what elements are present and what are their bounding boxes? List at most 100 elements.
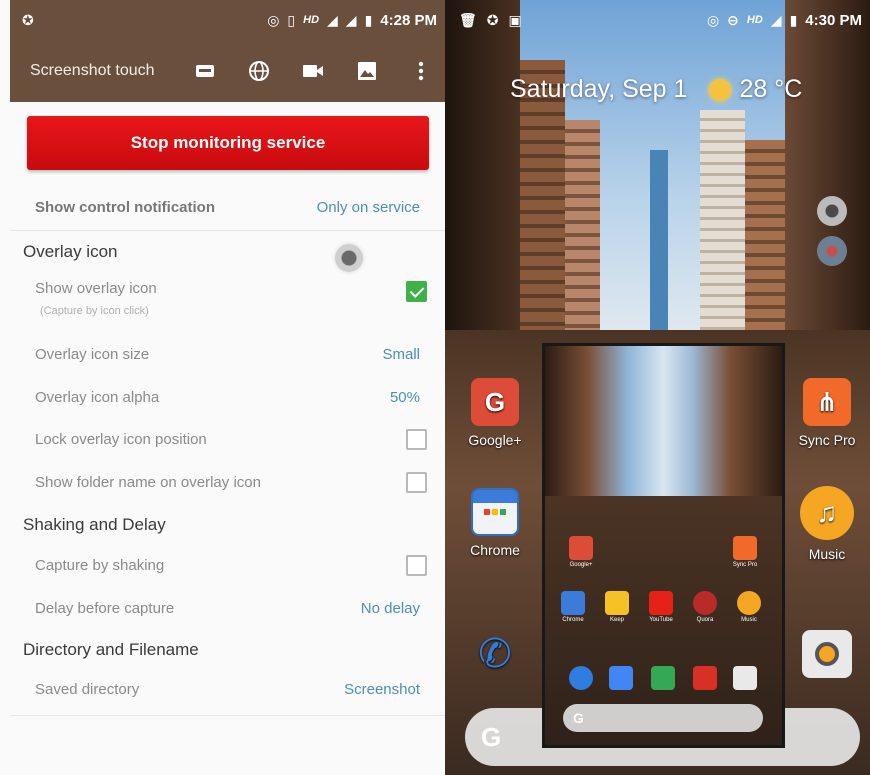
wallpaper-building xyxy=(565,120,600,330)
overlay-size-value: Small xyxy=(382,345,420,363)
phone-icon: ✆ xyxy=(478,632,512,676)
saved-directory-row[interactable]: Saved directory Screenshot xyxy=(10,677,445,701)
show-overlay-sublabel: (Capture by icon click) xyxy=(40,305,149,317)
more-vert-icon[interactable] xyxy=(409,59,433,83)
phone-app[interactable]: ✆ xyxy=(455,630,535,684)
settings-screen: ✪ ◎ ▯ HD ◢ ◢ ▮ 4:28 PM Screenshot touch xyxy=(0,0,445,775)
screenshot-thumbnail[interactable]: Google+ Sync Pro Chrome Keep YouTube Quo… xyxy=(542,343,785,748)
aperture-icon: ✪ xyxy=(22,11,34,28)
thumb-app xyxy=(641,666,685,692)
saved-directory-value: Screenshot xyxy=(344,680,420,698)
overlay-size-label: Overlay icon size xyxy=(35,345,150,363)
status-time: 4:30 PM xyxy=(805,11,862,29)
music-label: Music xyxy=(808,546,846,562)
signal-icon: ◢ xyxy=(327,11,338,28)
overlay-alpha-row[interactable]: Overlay icon alpha 50% xyxy=(10,385,445,409)
thumb-app: Keep xyxy=(595,591,639,623)
divider xyxy=(10,715,445,716)
show-overlay-checkbox[interactable] xyxy=(406,281,427,302)
image-icon[interactable] xyxy=(355,59,379,83)
thumb-app: Music xyxy=(727,591,771,623)
lock-position-checkbox[interactable] xyxy=(406,428,427,450)
thumb-app: Quora xyxy=(683,591,727,623)
hotspot-icon: ◎ xyxy=(706,11,720,28)
show-overlay-row[interactable]: Show overlay icon (Capture by icon click… xyxy=(10,278,445,322)
globe-icon[interactable] xyxy=(247,59,271,83)
camera-app[interactable] xyxy=(787,630,867,684)
overlay-section-title: Overlay icon xyxy=(23,242,118,261)
overlay-floating-icon[interactable] xyxy=(817,196,847,226)
show-overlay-label: Show overlay icon xyxy=(35,280,157,297)
camera-icon xyxy=(802,630,852,678)
video-card-icon[interactable] xyxy=(193,59,217,83)
signal-2-icon: ◢ xyxy=(345,11,357,28)
wallpaper-building xyxy=(700,110,745,330)
wallpaper-building xyxy=(445,0,520,330)
videocam-icon[interactable] xyxy=(301,59,325,83)
google-plus-icon: G xyxy=(471,378,519,426)
thumb-app: Google+ xyxy=(559,536,603,568)
delay-row[interactable]: Delay before capture No delay xyxy=(10,596,445,620)
control-notification-value: Only on service xyxy=(316,198,420,216)
folder-name-label: Show folder name on overlay icon xyxy=(35,473,261,491)
thumb-app xyxy=(599,666,643,692)
thumb-search-bar: G xyxy=(563,704,763,732)
sync-pro-label: Sync Pro xyxy=(798,432,856,448)
thumb-app xyxy=(723,666,767,692)
sync-pro-icon: ⋔ xyxy=(803,378,851,426)
status-bar: ✪ ◎ ▯ HD ◢ ◢ ▮ 4:28 PM xyxy=(10,0,445,40)
capture-shaking-checkbox[interactable] xyxy=(406,554,427,576)
delay-value: No delay xyxy=(360,599,420,617)
image-icon: ▣ xyxy=(508,11,522,28)
hd-badge: HD xyxy=(746,14,763,26)
divider xyxy=(10,230,445,231)
date-weather-widget[interactable]: Saturday, Sep 1 28 °C xyxy=(510,75,802,104)
overlay-size-row[interactable]: Overlay icon size Small xyxy=(10,342,445,366)
trash-icon: 🗑 xyxy=(459,11,477,28)
thumb-app: YouTube xyxy=(639,591,683,623)
aperture-icon: ✪ xyxy=(486,11,499,28)
minus-circle-icon: ⊖ xyxy=(727,11,739,28)
thumb-app: Sync Pro xyxy=(723,536,767,568)
google-plus-label: Google+ xyxy=(468,432,522,448)
floating-app-icon[interactable] xyxy=(817,236,847,266)
thumb-app xyxy=(559,666,603,692)
wallpaper-tower xyxy=(650,150,668,330)
music-app[interactable]: ♫ Music xyxy=(787,486,867,562)
hotspot-icon: ◎ xyxy=(267,11,280,28)
overlay-alpha-label: Overlay icon alpha xyxy=(35,388,160,406)
lock-position-row[interactable]: Lock overlay icon position xyxy=(10,426,445,452)
app-title: Screenshot touch xyxy=(30,62,155,79)
control-notification-row[interactable]: Show control notification Only on servic… xyxy=(10,190,445,224)
folder-name-checkbox[interactable] xyxy=(406,471,427,493)
battery-icon: ▮ xyxy=(364,11,373,28)
settings-list: Stop monitoring service Show control not… xyxy=(10,102,445,775)
chrome-icon xyxy=(471,488,519,536)
lock-position-label: Lock overlay icon position xyxy=(35,430,207,448)
status-bar-right: 🗑 ✪ ▣ ◎ ⊖ HD ◢ ▮ 4:30 PM xyxy=(445,0,870,40)
shaking-section-title: Shaking and Delay xyxy=(23,515,166,534)
capture-shaking-label: Capture by shaking xyxy=(35,556,165,574)
saved-directory-label: Saved directory xyxy=(35,680,140,698)
google-plus-app[interactable]: G Google+ xyxy=(455,378,535,448)
battery-icon: ▮ xyxy=(789,11,798,28)
stop-monitoring-button[interactable]: Stop monitoring service xyxy=(27,116,429,170)
overlay-alpha-value: 50% xyxy=(389,388,420,406)
home-screen: 🗑 ✪ ▣ ◎ ⊖ HD ◢ ▮ 4:30 PM Saturday, Sep 1… xyxy=(445,0,870,775)
sync-pro-app[interactable]: ⋔ Sync Pro xyxy=(787,378,867,448)
folder-name-row[interactable]: Show folder name on overlay icon xyxy=(10,469,445,495)
sun-icon xyxy=(709,78,732,101)
music-note-icon: ♫ xyxy=(800,486,854,540)
vibrate-icon: ▯ xyxy=(287,11,296,28)
hd-badge: HD xyxy=(303,14,320,26)
delay-label: Delay before capture xyxy=(35,599,175,617)
thumb-app xyxy=(683,666,727,692)
chrome-label: Chrome xyxy=(470,542,520,558)
temperature-text: 28 °C xyxy=(739,75,803,103)
directory-section-title: Directory and Filename xyxy=(23,640,199,659)
capture-shaking-row[interactable]: Capture by shaking xyxy=(10,552,445,578)
wallpaper-building xyxy=(785,0,870,330)
wallpaper-building xyxy=(745,140,785,330)
chrome-app[interactable]: Chrome xyxy=(455,488,535,558)
overlay-floating-icon[interactable] xyxy=(335,244,363,272)
